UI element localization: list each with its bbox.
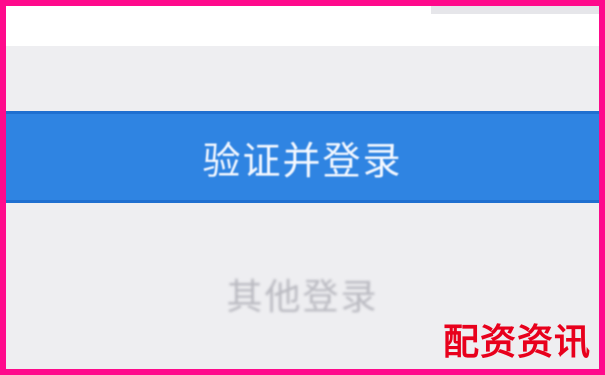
watermark-text: 配资资讯 (442, 322, 591, 363)
screenshot-frame: 验证并登录 其他登录 配资资讯 (0, 0, 605, 375)
input-divider (431, 6, 599, 14)
verify-login-button[interactable]: 验证并登录 (6, 111, 599, 203)
input-field-area[interactable] (6, 6, 599, 46)
verify-login-label: 验证并登录 (202, 138, 403, 183)
